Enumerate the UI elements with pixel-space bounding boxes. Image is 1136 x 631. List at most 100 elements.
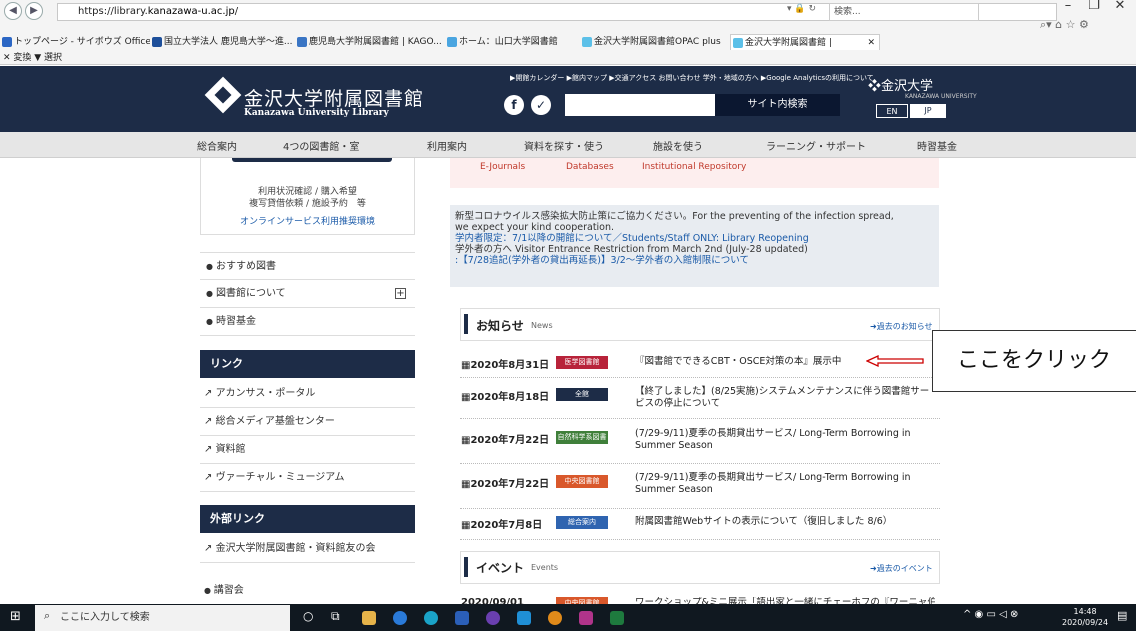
databases-link[interactable]: Databases [566, 162, 614, 172]
minimize-icon[interactable]: – [1058, 0, 1078, 13]
sidebar-item-about[interactable]: ● 図書館について + [200, 280, 415, 308]
left-arrow-icon [866, 355, 924, 367]
tab-favicon [733, 38, 743, 48]
task-view-icon[interactable]: ⧉ [331, 609, 340, 624]
twitter-icon[interactable]: ✓ [531, 95, 551, 115]
online-service-text-2: 複写貸借依頼 / 施設予約 等 [249, 199, 366, 209]
covid-reopening-link[interactable]: 学内者限定：7/1以降の開館について／Students/Staff ONLY: … [455, 233, 934, 244]
gnav-item-facilities[interactable]: 施設を使う [653, 138, 703, 153]
link-media-center[interactable]: ↗ 総合メディア基盤センター [200, 408, 415, 436]
tab-label: 金沢大学附属図書館OPAC plus [594, 37, 721, 47]
tab-favicon [582, 37, 592, 47]
repository-link[interactable]: Institutional Repository [642, 162, 746, 172]
site-title[interactable]: 金沢大学附属図書館 [244, 84, 424, 111]
university-sub: KANAZAWA UNIVERSITY [905, 93, 977, 100]
tab-2[interactable]: 鹿児島大学附属図書館 | KAGO... [295, 34, 445, 50]
close-icon[interactable]: ✕ [1110, 0, 1130, 13]
gnav-item-find[interactable]: 資料を探す・使う [524, 138, 604, 153]
expand-plus-icon[interactable]: + [395, 288, 406, 299]
windows-start-icon[interactable]: ⊞ [10, 609, 21, 624]
tab-5-active[interactable]: 金沢大学附属図書館 | ✕ [730, 34, 880, 50]
sidebar-item-seminar[interactable]: ● 講習会 [200, 577, 415, 605]
chrome-icon[interactable] [548, 611, 562, 625]
tab-label: 鹿児島大学附属図書館 | KAGO... [309, 37, 442, 47]
news-category-badge: 全館 [556, 388, 608, 401]
ejournals-link[interactable]: E-Journals [480, 162, 525, 172]
taskbar-search-input[interactable]: ここに入力して検索 [35, 605, 290, 631]
news-title-link[interactable]: 【終了しました】(8/25実施)システムメンテナンスに伴う図書館サービスの停止に… [635, 386, 931, 410]
news-date-text: 2020年7月8日 [470, 520, 543, 531]
events-subtitle: Events [531, 563, 559, 572]
paint-icon[interactable] [579, 611, 593, 625]
external-link-icon: ↗ [204, 388, 216, 399]
media-player-icon[interactable] [486, 611, 500, 625]
news-date: ▦2020年7月22日 [461, 475, 549, 490]
university-logo[interactable]: ❖金沢大学 [868, 75, 933, 94]
notification-icon[interactable]: ▤ [1117, 609, 1127, 622]
browser-search-input[interactable]: 検索... [829, 3, 979, 21]
excel-icon[interactable] [610, 611, 624, 625]
news-category-badge: 医学図書館 [556, 356, 608, 369]
system-tray-icons[interactable]: ^ ◉ ▭ ◁ ⊗ [963, 609, 1018, 620]
app-icon[interactable] [517, 611, 531, 625]
browser-toolbar-icons[interactable]: ⌕▾ ⌂ ☆ ⚙ [1040, 18, 1089, 32]
file-explorer-icon[interactable] [362, 611, 376, 625]
arrow-circle-icon: ➜ [870, 322, 877, 331]
news-title-link[interactable]: 附属図書館Webサイトの表示について（復旧しました 8/6） [635, 516, 935, 528]
gnav-item-libraries[interactable]: 4つの図書館・室 [283, 138, 359, 153]
site-search-button[interactable]: サイト内検索 [715, 94, 840, 116]
site-search-input[interactable] [565, 94, 715, 116]
back-icon[interactable]: ◀ [4, 2, 22, 20]
sidebar-item-recommended[interactable]: ● おすすめ図書 [200, 252, 415, 280]
link-virtual-museum[interactable]: ↗ ヴァーチャル・ミュージアム [200, 464, 415, 492]
tab-3[interactable]: ホーム：山口大学図書館 [445, 34, 580, 50]
facebook-icon[interactable]: f [504, 95, 524, 115]
utility-links[interactable]: ▶開館カレンダー ▶館内マップ ▶交通アクセス お問い合わせ 学外・地域の方へ … [510, 73, 874, 83]
close-cmd-icon[interactable]: ✕ [3, 53, 13, 63]
forward-icon[interactable]: ▶ [25, 2, 43, 20]
past-news-link[interactable]: ➜過去のお知らせ [870, 321, 933, 332]
taskbar-clock[interactable]: 14:48 2020/09/24 [1062, 606, 1108, 628]
recommended-env-link[interactable]: オンラインサービス利用推奨環境 [200, 214, 415, 227]
link-friends-society[interactable]: ↗ 金沢大学附属図書館・資料館友の会 [200, 535, 415, 563]
tab-0[interactable]: トップページ - サイボウズ Office [0, 34, 150, 50]
url-host: https://library. [78, 6, 148, 17]
search-icon: ⌕ [44, 609, 51, 622]
past-events-link[interactable]: ➜過去のイベント [870, 563, 933, 574]
command-bar-label: 変換 ▼ 選択 [13, 53, 63, 63]
covid-notice: 新型コロナウイルス感染拡大防止策にご協力ください。For the prevent… [450, 205, 939, 287]
link-acanthus[interactable]: ↗ アカンサス・ポータル [200, 380, 415, 408]
gnav-item-learning[interactable]: ラーニング・サポート [766, 138, 866, 153]
link-museum[interactable]: ↗ 資料館 [200, 436, 415, 464]
tab-4[interactable]: 金沢大学附属図書館OPAC plus [580, 34, 730, 50]
events-header-bar [464, 557, 468, 577]
ie-icon[interactable] [393, 611, 407, 625]
news-category-badge: 自然科学系図書館 [556, 431, 608, 454]
cortana-icon[interactable]: ○ [303, 609, 313, 623]
edge-icon[interactable] [424, 611, 438, 625]
online-service-button[interactable] [232, 158, 392, 162]
tab-1[interactable]: 国立大学法人 鹿児島大学～進... [150, 34, 295, 50]
tab-favicon [447, 37, 457, 47]
command-bar[interactable]: ✕ 変換 ▼ 選択 [3, 51, 62, 65]
external-link-icon: ↗ [204, 416, 216, 427]
gnav-item-fund[interactable]: 時習基金 [917, 138, 957, 153]
bullet-icon: ● [204, 586, 214, 595]
covid-line-2: we expect your kind cooperation. [455, 222, 615, 233]
news-date: ▦2020年8月18日 [461, 388, 549, 403]
sidebar-item-fund[interactable]: ● 時習基金 [200, 308, 415, 336]
word-icon[interactable] [455, 611, 469, 625]
gnav-item-guide[interactable]: 総合案内 [197, 138, 237, 153]
covid-restriction-link[interactable]: :【7/28追記(学外者の貸出再延長)】3/2～学外者の入館制限について [455, 255, 934, 266]
maximize-icon[interactable]: ❐ [1084, 0, 1104, 13]
lang-en-button[interactable]: EN [876, 104, 908, 118]
tab-close-icon[interactable]: ✕ [867, 35, 875, 50]
tab-label: 国立大学法人 鹿児島大学～進... [164, 37, 293, 47]
news-subtitle: News [531, 321, 553, 330]
clock-time: 14:48 [1073, 607, 1097, 616]
news-title-link[interactable]: (7/29-9/11)夏季の長期貸出サービス/ Long-Term Borrow… [635, 472, 931, 496]
address-bar-actions[interactable]: ▾ 🔒 ↻ [787, 4, 816, 14]
lang-jp-button[interactable]: JP [910, 104, 946, 118]
news-title-link[interactable]: (7/29-9/11)夏季の長期貸出サービス/ Long-Term Borrow… [635, 428, 931, 452]
gnav-item-usage[interactable]: 利用案内 [427, 138, 467, 153]
